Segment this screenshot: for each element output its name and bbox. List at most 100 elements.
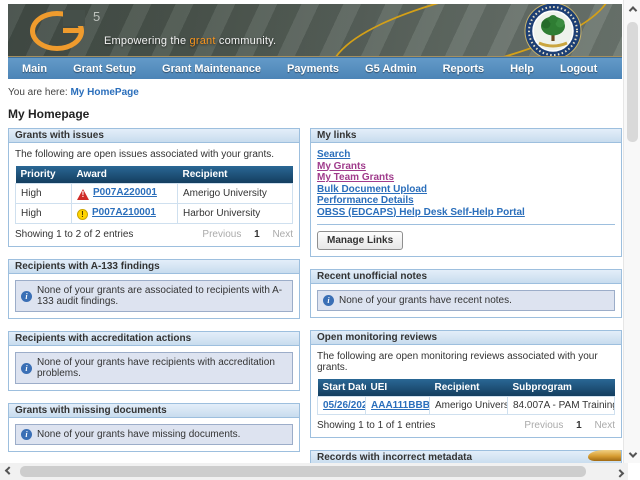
- breadcrumb-current-link[interactable]: My HomePage: [70, 87, 138, 98]
- col-header-recipient: Recipient: [430, 379, 508, 397]
- divider: [317, 224, 615, 225]
- panel-unofficial-notes: Recent unofficial notes i None of your g…: [310, 269, 622, 318]
- manage-links-button[interactable]: Manage Links: [317, 231, 403, 250]
- nav-reports[interactable]: Reports: [443, 63, 485, 75]
- pagination: Previous 1 Next: [192, 229, 293, 240]
- main-nav-bar: Main Grant Setup Grant Maintenance Payme…: [8, 57, 622, 79]
- link-obss-help-desk[interactable]: OBSS (EDCAPS) Help Desk Self-Help Portal: [317, 207, 525, 218]
- scroll-down-button[interactable]: [624, 446, 640, 463]
- info-message: i None of your grants have recipients wi…: [15, 352, 293, 384]
- recipient-cell: Amerigo University: [178, 184, 293, 204]
- info-icon: i: [21, 291, 32, 302]
- two-column-layout: Grants with issues The following are ope…: [8, 128, 622, 480]
- uei-link[interactable]: AAA111BBB222: [371, 400, 430, 411]
- priority-cell: High: [16, 184, 72, 204]
- right-column: My links Search My Grants My Team Grants…: [310, 128, 622, 480]
- award-cell: ! P007A220001: [72, 184, 178, 204]
- info-text: None of your grants have recent notes.: [339, 295, 512, 306]
- nav-logout[interactable]: Logout: [560, 63, 597, 75]
- list-item: Search: [317, 149, 615, 161]
- table-row: High ! P007A210001 Harbor University: [16, 204, 293, 224]
- nav-g5-admin[interactable]: G5 Admin: [365, 63, 417, 75]
- table-row: High ! P007A220001 Amerigo University: [16, 184, 293, 204]
- subprogram-cell: 84.007A - PAM Training Program: [508, 397, 615, 415]
- my-links-list: Search My Grants My Team Grants Bulk Doc…: [317, 149, 615, 218]
- showing-entries-text: Showing 1 to 1 of 1 entries: [317, 420, 435, 431]
- link-search[interactable]: Search: [317, 149, 350, 160]
- info-message: i None of your grants have recent notes.: [317, 290, 615, 311]
- award-cell: ! P007A210001: [72, 204, 178, 224]
- panel-title: Grants with issues: [9, 129, 299, 143]
- list-item: Performance Details: [317, 195, 615, 207]
- yellow-warning-circle-icon: !: [77, 209, 88, 220]
- recipient-cell: Harbor University: [178, 204, 293, 224]
- monitoring-reviews-table: Start Date UEI Recipient Subprogram 05/2…: [317, 379, 615, 415]
- award-link[interactable]: P007A210001: [92, 207, 156, 218]
- tagline-highlight: grant: [190, 35, 216, 47]
- panel-my-links: My links Search My Grants My Team Grants…: [310, 128, 622, 257]
- panel-grants-with-issues: Grants with issues The following are ope…: [8, 128, 300, 247]
- breadcrumb: You are here: My HomePage: [8, 87, 622, 98]
- recipient-cell: Amerigo University: [430, 397, 508, 415]
- panel-a133-findings: Recipients with A-133 findings i None of…: [8, 259, 300, 319]
- uei-cell: AAA111BBB222: [366, 397, 430, 415]
- page-number[interactable]: 1: [254, 229, 260, 240]
- list-item: OBSS (EDCAPS) Help Desk Self-Help Portal: [317, 207, 615, 219]
- breadcrumb-prefix: You are here:: [8, 87, 68, 98]
- nav-grant-setup[interactable]: Grant Setup: [73, 63, 136, 75]
- nav-main[interactable]: Main: [22, 63, 47, 75]
- vertical-scroll-thumb[interactable]: [627, 22, 638, 142]
- page-corner-graphic: [588, 450, 621, 461]
- panel-description: The following are open monitoring review…: [317, 351, 615, 373]
- info-icon: i: [21, 363, 32, 374]
- scroll-left-button[interactable]: [0, 463, 17, 480]
- panel-title: My links: [311, 129, 621, 143]
- start-date-link[interactable]: 05/26/2022: [323, 400, 366, 411]
- page-number[interactable]: 1: [576, 420, 582, 431]
- priority-cell: High: [16, 204, 72, 224]
- link-bulk-document-upload[interactable]: Bulk Document Upload: [317, 184, 427, 195]
- tagline-prefix: Empowering the: [104, 35, 190, 47]
- award-link[interactable]: P007A220001: [93, 187, 157, 198]
- nav-grant-maintenance[interactable]: Grant Maintenance: [162, 63, 261, 75]
- col-header-recipient: Recipient: [178, 166, 293, 184]
- panel-accreditation-actions: Recipients with accreditation actions i …: [8, 331, 300, 391]
- info-text: None of your grants have recipients with…: [37, 357, 287, 379]
- previous-page-button[interactable]: Previous: [202, 229, 241, 240]
- tagline-suffix: community.: [216, 35, 277, 47]
- info-text: None of your grants have missing documen…: [37, 429, 240, 440]
- col-header-subprogram: Subprogram: [508, 379, 615, 397]
- tagline: Empowering the grant community.: [104, 35, 276, 47]
- info-icon: i: [21, 429, 32, 440]
- panel-title: Recipients with accreditation actions: [9, 332, 299, 346]
- panel-monitoring-reviews: Open monitoring reviews The following ar…: [310, 330, 622, 438]
- panel-title: Recipients with A-133 findings: [9, 260, 299, 274]
- link-my-team-grants[interactable]: My Team Grants: [317, 172, 394, 183]
- chevron-down-icon: [628, 449, 636, 457]
- red-alert-triangle-icon: !: [77, 189, 89, 200]
- col-header-uei: UEI: [366, 379, 430, 397]
- nav-payments[interactable]: Payments: [287, 63, 339, 75]
- panel-title: Recent unofficial notes: [311, 270, 621, 284]
- info-message: i None of your grants are associated to …: [15, 280, 293, 312]
- horizontal-scrollbar[interactable]: [0, 463, 628, 480]
- link-performance-details[interactable]: Performance Details: [317, 195, 414, 206]
- panel-missing-documents: Grants with missing documents i None of …: [8, 403, 300, 452]
- scroll-up-button[interactable]: [624, 0, 640, 17]
- department-of-education-seal-icon: [524, 4, 582, 57]
- page-content: 5 Empowering the grant community. Main G…: [8, 4, 622, 480]
- previous-page-button[interactable]: Previous: [524, 420, 563, 431]
- nav-help[interactable]: Help: [510, 63, 534, 75]
- info-icon: i: [323, 295, 334, 306]
- info-message: i None of your grants have missing docum…: [15, 424, 293, 445]
- vertical-scrollbar[interactable]: [623, 0, 640, 463]
- showing-entries-text: Showing 1 to 2 of 2 entries: [15, 229, 133, 240]
- page-title: My Homepage: [8, 107, 622, 121]
- next-page-button[interactable]: Next: [594, 420, 615, 431]
- next-page-button[interactable]: Next: [272, 229, 293, 240]
- scroll-right-button[interactable]: [611, 463, 628, 480]
- list-item: My Grants: [317, 161, 615, 173]
- panel-title: Open monitoring reviews: [311, 331, 621, 345]
- link-my-grants[interactable]: My Grants: [317, 161, 366, 172]
- horizontal-scroll-thumb[interactable]: [20, 466, 586, 477]
